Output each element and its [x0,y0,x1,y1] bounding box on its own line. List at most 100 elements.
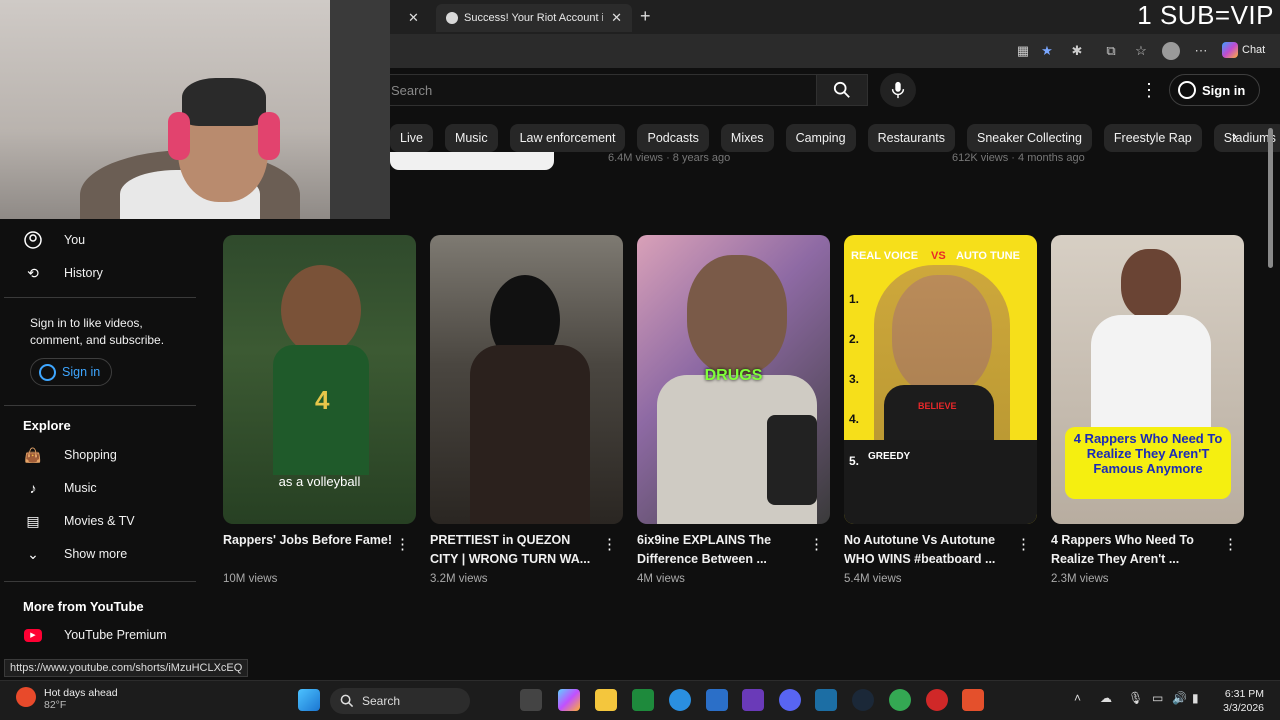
windows-start-icon[interactable] [298,689,320,711]
chip-restaurants[interactable]: Restaurants [867,124,955,152]
browser-tab-active[interactable]: Success! Your Riot Account is now ✕ [436,4,632,32]
favorites-icon[interactable]: ☆ [1132,42,1150,60]
sidebar-label: Show more [64,547,128,561]
tab-title: Success! Your Riot Account is now [464,12,603,24]
sidebar-signin-button[interactable]: Sign in [30,358,112,386]
page-scrollbar[interactable] [1266,70,1276,680]
close-tab-icon[interactable]: ✕ [408,10,419,26]
steam-icon[interactable] [852,689,874,711]
more-options-icon[interactable]: ⋮ [1016,535,1031,553]
sidebar-item-you[interactable]: You [24,228,85,252]
divider [4,581,196,582]
search-input[interactable]: Search [380,74,816,106]
chevron-up-icon[interactable]: ˄ [1074,691,1081,705]
sidebar-item-movies-tv[interactable]: ▤ Movies & TV [24,509,134,533]
more-options-icon[interactable]: ⋮ [602,535,617,553]
webcam-overlay [0,0,390,219]
short-card[interactable]: REAL VOICE VS AUTO TUNE 1. 2. 3. 4. 5. G… [844,235,1037,585]
chrome-icon[interactable] [889,689,911,711]
edge-browser-icon[interactable] [669,689,691,711]
short-thumbnail[interactable]: 4 Rappers Who Need To Realize They Aren'… [1051,235,1244,524]
app-icon[interactable] [815,689,837,711]
chip-music[interactable]: Music [444,124,498,152]
taskbar-clock[interactable]: 6:31 PM 3/3/2026 [1212,687,1264,715]
thumbnail-caption-real: REAL VOICE [851,250,919,262]
sidebar-item-history[interactable]: ⟲ History [24,261,103,285]
more-options-icon[interactable]: ⋮ [395,535,410,553]
sidebar-item-shopping[interactable]: 👜 Shopping [24,443,117,467]
voice-search-button[interactable] [880,73,916,107]
scrollbar-thumb[interactable] [1268,128,1273,268]
new-tab-icon[interactable]: + [640,6,651,27]
short-card[interactable]: DRUGS 6ix9ine EXPLAINS The Difference Be… [637,235,830,585]
file-explorer-icon[interactable] [595,689,617,711]
chevron-right-icon[interactable]: › [1232,128,1237,146]
short-thumbnail[interactable]: DRUGS [637,235,830,524]
short-thumbnail[interactable]: 4 as a volleyball [223,235,416,524]
sidebar-item-youtube-premium[interactable]: ▶ YouTube Premium [24,623,167,647]
windows-taskbar: Hot days ahead 82°F Search ˄ ☁ 🎙 ▭ 🔊 ▮ 6… [0,680,1280,720]
app-grid-icon[interactable]: ▦ [1014,42,1032,60]
copilot-chat-button[interactable]: Chat [1222,42,1265,58]
chip-mixes[interactable]: Mixes [720,124,774,152]
short-title[interactable]: No Autotune Vs Autotune WHO WINS #beatbo… [844,531,1014,569]
battery-icon[interactable]: ▮ [1192,691,1199,705]
more-options-icon[interactable]: ⋮ [809,535,824,553]
short-title[interactable]: PRETTIEST in QUEZON CITY | WRONG TURN WA… [430,531,600,569]
short-title[interactable]: Rappers' Jobs Before Fame! [223,531,393,550]
partial-button[interactable] [390,152,554,170]
copilot-app-icon[interactable] [558,689,580,711]
sidebar-label: History [64,266,103,280]
more-menu-icon[interactable]: ⋯ [1192,42,1210,60]
chat-label: Chat [1242,44,1266,56]
weather-alert-icon [16,687,36,707]
extensions-icon[interactable]: ✱ [1068,42,1086,60]
profile-icon[interactable] [1162,42,1180,60]
split-screen-icon[interactable]: ⧉ [1102,42,1120,60]
short-views: 3.2M views [430,573,488,585]
taskbar-search[interactable]: Search [330,688,470,714]
previous-video-row: 6.4M views · 8 years ago 612K views · 4 … [390,152,1250,170]
network-icon[interactable]: ☁ [1100,691,1112,705]
store-icon[interactable] [706,689,728,711]
short-thumbnail[interactable]: REAL VOICE VS AUTO TUNE 1. 2. 3. 4. 5. G… [844,235,1037,524]
header-signin-button[interactable]: Sign in [1169,74,1260,106]
short-title[interactable]: 4 Rappers Who Need To Realize They Aren'… [1051,531,1221,569]
chip-podcasts[interactable]: Podcasts [637,124,709,152]
short-card[interactable]: 4 as a volleyball Rappers' Jobs Before F… [223,235,416,585]
copilot-icon [1222,42,1238,58]
sidebar-show-more[interactable]: ⌄ Show more [24,542,127,566]
chip-camping[interactable]: Camping [785,124,856,152]
xbox-icon[interactable] [632,689,654,711]
weather-widget[interactable]: Hot days ahead 82°F [16,687,118,711]
close-tab-icon[interactable]: ✕ [611,10,622,26]
short-thumbnail[interactable] [430,235,623,524]
settings-kebab-icon[interactable]: ⋮ [1140,80,1158,101]
search-button[interactable] [816,74,868,106]
favorite-star-icon[interactable]: ★ [1038,42,1056,60]
discord-icon[interactable] [779,689,801,711]
display-icon[interactable]: ▭ [1152,691,1163,705]
chip-law-enforcement[interactable]: Law enforcement [509,124,626,152]
browser-tab-previous[interactable]: ✕ [390,4,432,32]
short-card[interactable]: 4 Rappers Who Need To Realize They Aren'… [1051,235,1244,585]
app-icon[interactable] [742,689,764,711]
volume-icon[interactable]: 🔊 [1172,691,1187,705]
app-icon[interactable] [962,689,984,711]
short-card[interactable]: PRETTIEST in QUEZON CITY | WRONG TURN WA… [430,235,623,585]
app-icon[interactable] [926,689,948,711]
prev-views: 6.4M views · 8 years ago [608,152,731,164]
chip-freestyle-rap[interactable]: Freestyle Rap [1103,124,1202,152]
chevron-down-icon: ⌄ [27,545,39,562]
list-number: 5. [849,454,860,468]
chip-live[interactable]: Live [390,124,433,152]
chip-sneaker-collecting[interactable]: Sneaker Collecting [967,124,1092,152]
short-title[interactable]: 6ix9ine EXPLAINS The Difference Between … [637,531,807,569]
sidebar-item-music[interactable]: ♪ Music [24,476,97,500]
weather-title: Hot days ahead [44,687,118,699]
task-view-icon[interactable] [520,689,542,711]
clock-date: 3/3/2026 [1223,702,1264,714]
music-note-icon: ♪ [29,480,37,496]
more-options-icon[interactable]: ⋮ [1223,535,1238,553]
microphone-icon[interactable]: 🎙 [1128,691,1143,705]
